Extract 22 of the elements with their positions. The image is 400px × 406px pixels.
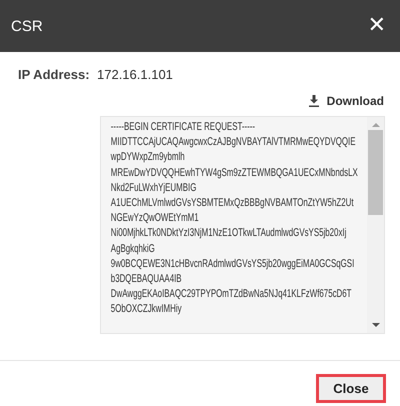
csr-text-line: b3DQEBAQUAA4IB bbox=[110, 272, 182, 288]
scrollbar[interactable] bbox=[367, 117, 384, 333]
csr-text-line: AgBgkqhkiG bbox=[110, 242, 155, 257]
csr-text-line: 5ObOXCZJkwIMHiy bbox=[110, 302, 182, 318]
close-button[interactable]: Close bbox=[316, 374, 386, 402]
dialog-title: CSR bbox=[11, 18, 43, 34]
scroll-down-icon[interactable] bbox=[372, 322, 380, 328]
csr-text-line: 9w0BCQEWE3N1cHBvcnRAdmlwdGVsYS5jb20wggEiMA0GCSqGSI bbox=[110, 256, 354, 272]
csr-text-line: A1UEChMLVmlwdGVsYSBMTEMxQzBBBgNVBAMTOnZtYW5hZ2Ut bbox=[110, 196, 354, 212]
csr-text-area[interactable] bbox=[100, 116, 385, 334]
csr-text-line: Ni00MjhkLTk0NDktYzI3NjM1NzE1OTkwLTAudmlwdGVsYS5jb20xIj bbox=[110, 226, 346, 242]
ip-label: IP Address: bbox=[18, 66, 91, 82]
download-button[interactable]: Download bbox=[308, 92, 384, 110]
csr-text-line: NGEwYzQwOWEtYmM1 bbox=[110, 211, 199, 226]
csr-text-line: wpDYWxpZm9ybmlh bbox=[110, 150, 185, 166]
csr-text-line: Nkd2FuLWxhYjEUMBIG bbox=[110, 180, 196, 196]
download-icon bbox=[308, 95, 319, 107]
csr-text-line: MREwDwYDVQQHEwhTYW4gSm9zZTEWMBQGA1UECxMNbndsLX bbox=[110, 166, 358, 181]
csr-text-line: MIIDTTCCAjUCAQAwgcwxCzAJBgNVBAYTAlVTMRMwEQYDVQQIE bbox=[110, 135, 356, 150]
ip-value: 172.16.1.101 bbox=[97, 66, 173, 82]
csr-text-line: -----BEGIN CERTIFICATE REQUEST----- bbox=[110, 120, 256, 135]
csr-text-line: DwAwggEKAoIBAQC29TPYPOmTZdBwNa5NJq41KLFzWf675cD6T bbox=[110, 287, 352, 302]
